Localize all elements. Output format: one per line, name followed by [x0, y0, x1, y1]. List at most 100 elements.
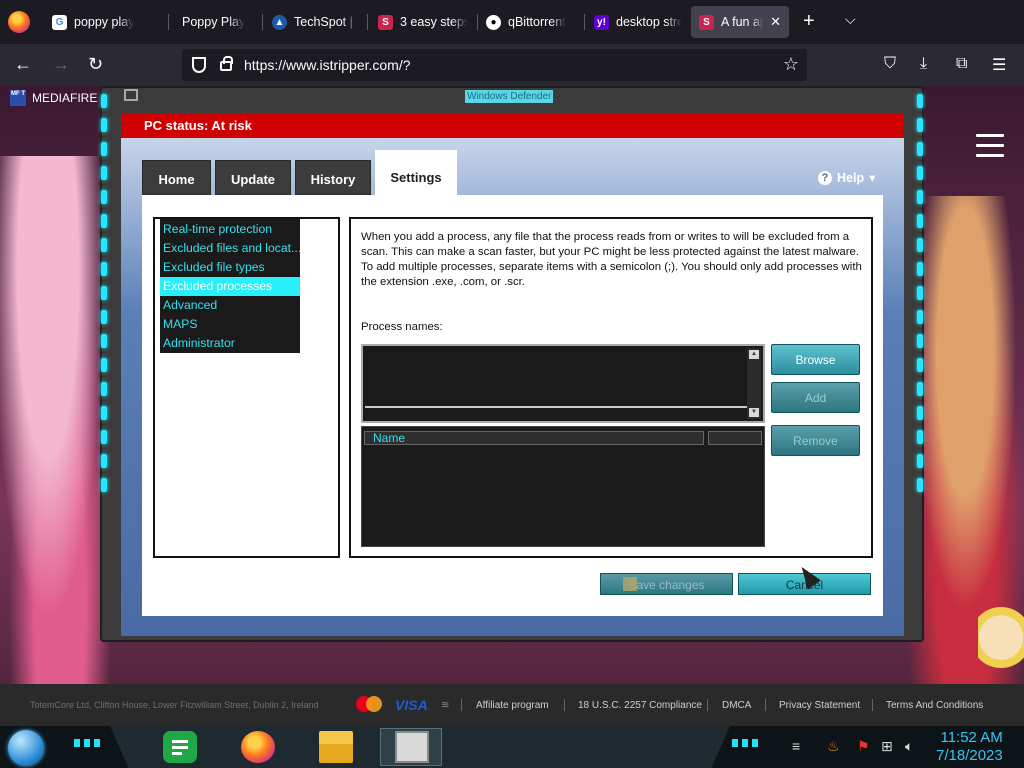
tab-home[interactable]: Home [142, 160, 211, 195]
window-title: Windows Defender [465, 90, 554, 103]
process-names-field[interactable] [365, 348, 747, 408]
bookmark-label: MEDIAFIRE R [32, 91, 110, 105]
add-button[interactable]: Add [771, 382, 860, 413]
tab-a-fun-app[interactable]: S A fun app ✕ [691, 6, 789, 38]
download-icon[interactable]: ⤓ [920, 55, 927, 73]
description-text: When you add a process, any file that th… [361, 231, 860, 258]
show-hidden-icons-icon[interactable]: ≡ [792, 738, 800, 754]
rss-icon[interactable]: ≋ [441, 700, 449, 711]
mastercard-icon [356, 696, 382, 714]
tab-label: TechSpot | T [294, 15, 358, 29]
bookmark-item[interactable]: MF T MEDIAFIRE R [10, 90, 109, 106]
process-list[interactable]: Name [361, 426, 765, 547]
menu-item-excluded-file-types[interactable]: Excluded file types [160, 258, 300, 277]
help-button[interactable]: ? Help ▾ [818, 170, 875, 185]
address-bar[interactable]: https://www.istripper.com/? ☆ [182, 49, 807, 81]
sticky-notes-icon[interactable] [163, 731, 197, 763]
firefox-icon[interactable] [241, 731, 275, 763]
java-update-icon[interactable]: ♨ [827, 738, 840, 755]
save-changes-label: Save changes [628, 578, 705, 592]
network-icon[interactable]: ⊞ [881, 738, 893, 755]
footer-link-terms[interactable]: Terms And Conditions [886, 700, 983, 711]
volume-icon[interactable]: 🔈︎ [905, 738, 913, 755]
chevron-down-icon[interactable]: ⌵ [845, 11, 856, 28]
description: When you add a process, any file that th… [361, 230, 866, 290]
scrollbar[interactable]: ▲ ▼ [747, 348, 761, 419]
taskbar-decoration [732, 739, 762, 747]
column-header-name[interactable]: Name [364, 431, 704, 445]
forward-arrow-icon[interactable]: → [52, 54, 70, 74]
extensions-icon[interactable]: ⧉ [956, 55, 967, 73]
yahoo-icon: y! [594, 14, 609, 30]
start-button[interactable] [8, 730, 44, 766]
tab-label: desktop stre [616, 15, 682, 29]
github-icon: ● [486, 14, 501, 30]
process-names-input[interactable]: ▲ ▼ [361, 344, 765, 423]
excluded-processes-panel: When you add a process, any file that th… [349, 217, 873, 558]
tab-update[interactable]: Update [215, 160, 291, 195]
browse-button[interactable]: Browse [771, 344, 860, 375]
reload-icon[interactable]: ↻ [88, 54, 103, 74]
menu-item-excluded-files[interactable]: Excluded files and locat... [160, 239, 300, 258]
techspot-icon: ▲ [272, 14, 287, 30]
footer-link-dmca[interactable]: DMCA [722, 700, 751, 711]
menu-item-administrator[interactable]: Administrator [160, 334, 300, 353]
web-page: MF T MEDIAFIRE R Windows Defender PC sta… [0, 86, 1024, 726]
scroll-down-icon[interactable]: ▼ [749, 408, 759, 417]
menu-item-advanced[interactable]: Advanced [160, 296, 300, 315]
tab-label: 3 easy steps [400, 15, 468, 29]
pocket-icon[interactable]: ⛉ [884, 55, 896, 73]
clock-time: 11:52 AM [940, 729, 1003, 746]
tab-settings[interactable]: Settings [375, 150, 457, 195]
taskbar-decoration [74, 739, 104, 747]
frame-studs-right [916, 86, 924, 626]
new-tab-button[interactable]: + [803, 11, 815, 31]
settings-menu-panel: Real-time protection Excluded files and … [153, 217, 340, 558]
tab-poppy-playtime[interactable]: Poppy Play [174, 6, 260, 38]
tab-label: Poppy Play [182, 15, 246, 29]
process-names-label: Process names: [361, 321, 443, 333]
menu-item-maps[interactable]: MAPS [160, 315, 300, 334]
caret-down-icon: ▾ [869, 171, 876, 185]
browser-nav-bar: ← → ↻ https://www.istripper.com/? ☆ ⛉ ⤓ … [0, 44, 1024, 86]
cartoon-character [978, 606, 1024, 696]
tab-techspot[interactable]: ▲ TechSpot | T [264, 6, 366, 38]
site-menu-icon[interactable] [976, 134, 1004, 164]
shield-icon[interactable] [192, 57, 206, 73]
tab-desktop-stream[interactable]: y! desktop stre [586, 6, 690, 38]
lock-icon[interactable] [220, 56, 233, 71]
bookmark-star-icon[interactable]: ☆ [783, 54, 799, 75]
file-explorer-icon[interactable] [319, 731, 353, 763]
tab-poppy-play-google[interactable]: G poppy play [44, 6, 166, 38]
s-icon: S [699, 14, 714, 30]
firefox-logo-icon[interactable] [8, 11, 30, 33]
footer-link-2257[interactable]: 18 U.S.C. 2257 Compliance [578, 700, 702, 711]
window-menu-icon[interactable] [124, 89, 138, 101]
settings-content: Real-time protection Excluded files and … [142, 195, 883, 616]
tab-label: poppy play [74, 15, 135, 29]
tab-3-easy-steps[interactable]: S 3 easy steps [370, 6, 476, 38]
menu-icon[interactable]: ☰ [992, 55, 1006, 75]
back-arrow-icon[interactable]: ← [14, 54, 32, 74]
google-icon: G [52, 14, 67, 30]
frame-studs-left [100, 86, 108, 626]
clock[interactable]: 11:52 AM 7/18/2023 [936, 729, 1003, 765]
footer-link-privacy[interactable]: Privacy Statement [779, 700, 860, 711]
mediafire-icon: MF T [10, 90, 26, 106]
column-header-extra[interactable] [708, 431, 762, 445]
footer-link-affiliate[interactable]: Affiliate program [476, 700, 549, 711]
remove-button[interactable]: Remove [771, 425, 860, 456]
tab-history[interactable]: History [295, 160, 371, 195]
close-icon[interactable]: ✕ [770, 14, 781, 30]
menu-item-excluded-processes[interactable]: Excluded processes [160, 277, 300, 296]
menu-item-real-time-protection[interactable]: Real-time protection [160, 220, 300, 239]
scroll-up-icon[interactable]: ▲ [749, 350, 759, 359]
windows-defender-icon[interactable] [395, 731, 429, 763]
url-text[interactable]: https://www.istripper.com/? [244, 57, 411, 73]
save-changes-button[interactable]: Save changes [600, 573, 733, 595]
site-footer: TotemCore Ltd, Clifton House, Lower Fitz… [0, 684, 1024, 726]
tab-qbittorrent[interactable]: ● qBittorrent [478, 6, 584, 38]
tab-label: A fun app [721, 15, 763, 29]
tab-label: qBittorrent [508, 15, 566, 29]
security-warning-icon[interactable]: ⚑ [857, 738, 870, 755]
